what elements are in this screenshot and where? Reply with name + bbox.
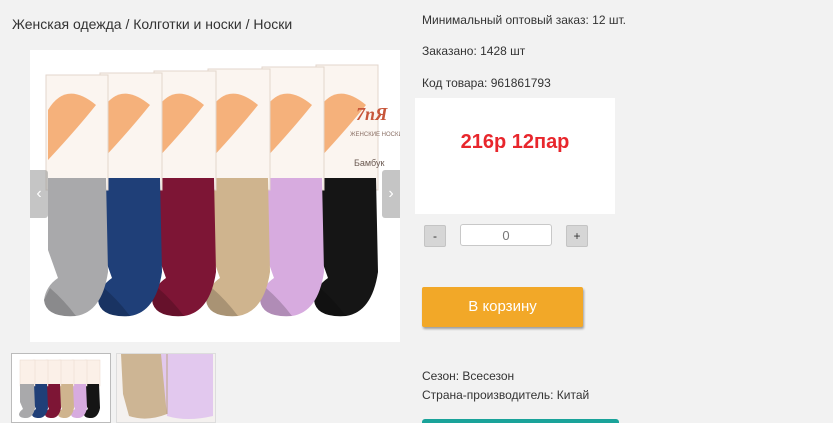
thumbnail-2[interactable] <box>116 353 216 423</box>
thumbnail-1[interactable] <box>11 353 111 423</box>
min-order-text: Минимальный оптовый заказ: 12 шт. <box>422 13 626 27</box>
gallery-prev-button[interactable]: ‹ <box>30 170 48 218</box>
price-label: 216р 12пар <box>460 131 570 153</box>
gallery-next-button[interactable]: › <box>382 170 400 218</box>
ordered-count-text: Заказано: 1428 шт <box>422 44 526 58</box>
product-code-text: Код товара: 961861793 <box>422 76 551 90</box>
product-main-image[interactable]: 7пЯ ЖЕНСКИЕ НОСКИ Бамбук ‹ › <box>30 50 400 342</box>
country-text: Страна-производитель: Китай <box>422 388 590 402</box>
quantity-minus-button[interactable]: - <box>424 225 446 247</box>
sock-1 <box>44 74 109 317</box>
quantity-input[interactable] <box>460 224 552 246</box>
accent-bar <box>422 419 619 423</box>
season-text: Сезон: Всесезон <box>422 369 515 383</box>
package-brand: 7пЯ <box>356 104 388 124</box>
breadcrumb[interactable]: Женская одежда / Колготки и носки / Носк… <box>12 16 292 32</box>
quantity-plus-button[interactable]: + <box>566 225 588 247</box>
package-subtitle: ЖЕНСКИЕ НОСКИ <box>350 132 400 138</box>
thumbnail-1-image <box>12 354 110 422</box>
thumbnail-2-image <box>117 354 215 422</box>
add-to-cart-button[interactable]: В корзину <box>422 287 583 327</box>
package-material: Бамбук <box>354 158 384 168</box>
product-photo: 7пЯ ЖЕНСКИЕ НОСКИ Бамбук <box>44 64 400 317</box>
price-box: 216р 12пар <box>415 98 615 214</box>
